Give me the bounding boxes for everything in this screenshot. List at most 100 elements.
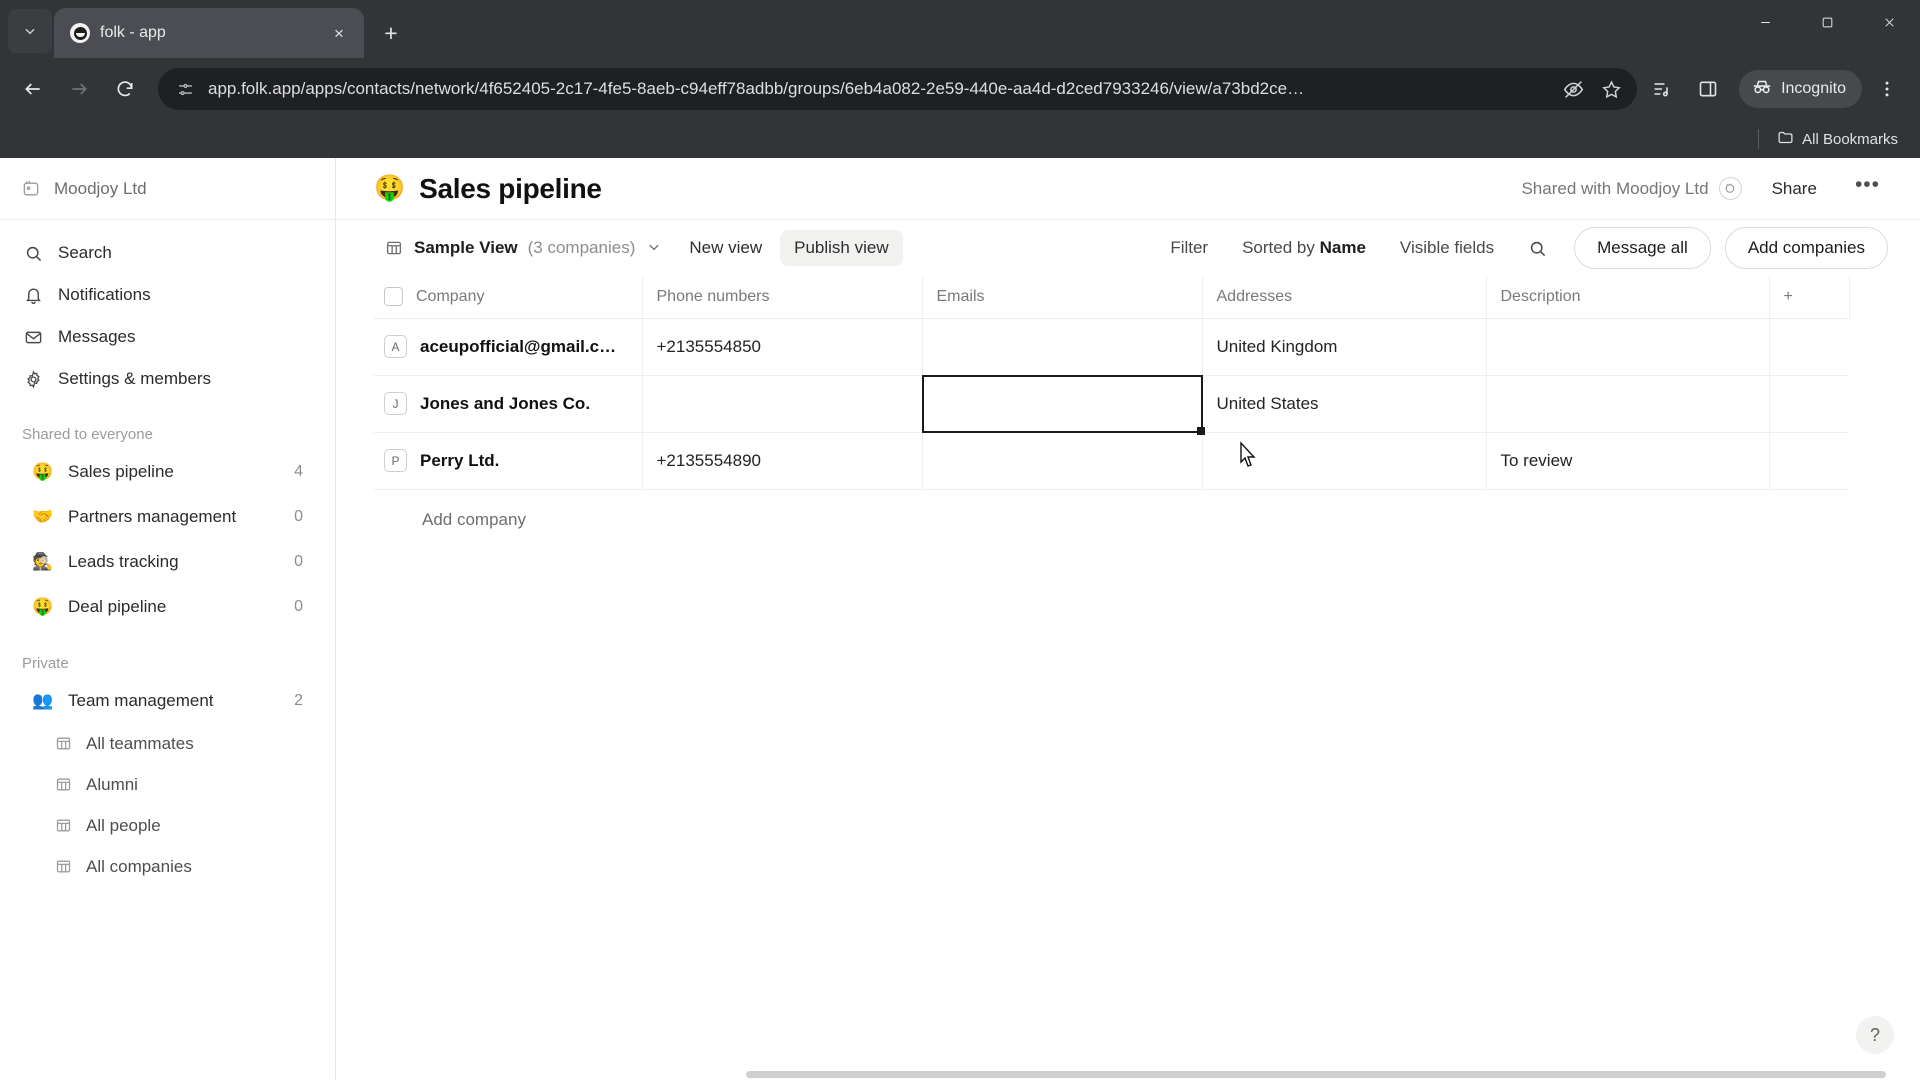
three-dot-menu-icon[interactable] [1866, 68, 1908, 110]
sidebar-group-leads-tracking[interactable]: 🕵️ Leads tracking 0 [10, 539, 325, 584]
table-view-icon [384, 238, 404, 258]
cell-spacer [1769, 432, 1849, 490]
cell-address[interactable]: United States [1202, 375, 1487, 433]
company-name: Jones and Jones Co. [420, 393, 591, 413]
star-icon[interactable] [1599, 77, 1623, 101]
tab-search-icon[interactable] [8, 9, 52, 53]
view-name: Sample View [414, 238, 518, 257]
busts-emoji-icon: 👥 [32, 691, 54, 710]
minimize-icon[interactable] [1734, 0, 1796, 44]
add-column-button[interactable]: + [1769, 276, 1850, 319]
divider [1758, 129, 1760, 149]
cell-email[interactable] [922, 432, 1203, 490]
folder-icon [1777, 129, 1794, 150]
sidebar-item-messages[interactable]: Messages [10, 316, 325, 358]
group-label: Sales pipeline [68, 461, 174, 481]
workspace-switcher[interactable]: Moodjoy Ltd [0, 158, 335, 220]
cell-description[interactable]: To review [1486, 432, 1770, 490]
select-all-checkbox[interactable] [384, 287, 403, 307]
table-container: Company Phone numbers Emails Addresses D… [336, 276, 1920, 1080]
money-face-emoji-icon: 🤑 [374, 174, 406, 202]
sidebar-subitem-all-people[interactable]: All people [10, 805, 325, 846]
filter-button[interactable]: Filter [1156, 230, 1222, 266]
cell-phone[interactable]: +2135554850 [642, 318, 923, 376]
cell-selection-outline [921, 374, 1205, 435]
sidebar-group-partners-management[interactable]: 🤝 Partners management 0 [10, 494, 325, 539]
incognito-icon [1751, 76, 1773, 103]
column-header-company[interactable]: Company [374, 276, 643, 319]
view-selector[interactable]: Sample View (3 companies) [374, 231, 671, 265]
reading-list-icon[interactable] [1641, 68, 1683, 110]
cell-company[interactable]: A aceupofficial@gmail.c… [374, 318, 643, 376]
add-company-button[interactable]: Add company [374, 490, 1920, 530]
reload-icon[interactable] [104, 68, 146, 110]
add-companies-button[interactable]: Add companies [1724, 227, 1888, 269]
cell-phone[interactable]: +2135554890 [642, 432, 923, 490]
gear-icon [22, 368, 44, 390]
help-button[interactable]: ? [1856, 1016, 1894, 1054]
visible-fields-button[interactable]: Visible fields [1386, 230, 1508, 266]
column-header-emails[interactable]: Emails [922, 276, 1203, 319]
address-bar[interactable]: app.folk.app/apps/contacts/network/4f652… [158, 68, 1638, 110]
cell-address[interactable] [1202, 432, 1487, 490]
envelope-icon [22, 326, 44, 348]
sidebar-subitem-all-companies[interactable]: All companies [10, 846, 325, 887]
publish-view-button[interactable]: Publish view [780, 230, 903, 266]
chevron-down-icon[interactable] [647, 240, 661, 257]
shared-with-indicator[interactable]: Shared with Moodjoy Ltd [1521, 177, 1742, 200]
table-row[interactable]: A aceupofficial@gmail.c… +2135554850 Uni… [374, 318, 1849, 376]
column-header-addresses[interactable]: Addresses [1202, 276, 1487, 319]
private-section-label: Private [22, 655, 69, 672]
view-count: (3 companies) [527, 238, 636, 257]
sidebar-group-team-management[interactable]: 👥 Team management 2 [10, 678, 325, 723]
cell-phone[interactable] [642, 375, 923, 433]
cell-address[interactable]: United Kingdom [1202, 318, 1487, 376]
more-options-button[interactable]: ••• [1847, 174, 1888, 200]
sidebar-item-notifications[interactable]: Notifications [10, 274, 325, 316]
column-header-description[interactable]: Description [1486, 276, 1770, 319]
forward-arrow-icon[interactable] [58, 68, 100, 110]
incognito-indicator[interactable]: Incognito [1739, 70, 1862, 108]
close-icon[interactable]: × [326, 20, 352, 46]
side-panel-icon[interactable] [1687, 68, 1729, 110]
share-button[interactable]: Share [1764, 173, 1825, 205]
new-tab-button[interactable]: + [372, 14, 410, 52]
sidebar-nav: Search Notifications Messages Settings &… [0, 220, 335, 400]
cell-email-selected[interactable] [921, 374, 1205, 435]
sidebar-group-sales-pipeline[interactable]: 🤑 Sales pipeline 4 [10, 449, 325, 494]
cell-company[interactable]: J Jones and Jones Co. [374, 375, 643, 433]
money-face-emoji-icon: 🤑 [32, 462, 54, 481]
sidebar-subitem-alumni[interactable]: Alumni [10, 764, 325, 805]
cell-email[interactable] [922, 318, 1203, 376]
maximize-icon[interactable] [1796, 0, 1858, 44]
browser-tab[interactable]: folk - app × [54, 8, 364, 58]
table-view-icon [54, 775, 73, 794]
sidebar-item-label: Settings & members [58, 369, 212, 388]
sidebar-item-settings-members[interactable]: Settings & members [10, 358, 325, 400]
all-bookmarks-label: All Bookmarks [1802, 130, 1898, 148]
cell-description[interactable] [1486, 318, 1770, 376]
sort-button[interactable]: Sorted by Name [1228, 230, 1380, 266]
table-row[interactable]: P Perry Ltd. +2135554890 To review [374, 432, 1849, 490]
column-header-phone-numbers[interactable]: Phone numbers [642, 276, 923, 319]
table-view-icon [54, 816, 73, 835]
tab-strip: folk - app × + [0, 0, 1920, 58]
cell-company[interactable]: P Perry Ltd. [374, 432, 643, 490]
all-bookmarks-button[interactable]: All Bookmarks [1769, 125, 1906, 154]
search-icon[interactable] [1520, 231, 1554, 265]
sidebar-item-label: Search [58, 243, 112, 262]
shared-section-label: Shared to everyone [22, 426, 153, 443]
sidebar-item-search[interactable]: Search [10, 232, 325, 274]
sidebar-subitem-all-teammates[interactable]: All teammates [10, 723, 325, 764]
eye-off-icon[interactable] [1561, 77, 1585, 101]
close-icon[interactable] [1858, 0, 1920, 44]
new-view-button[interactable]: New view [675, 230, 776, 266]
sidebar-group-deal-pipeline[interactable]: 🤑 Deal pipeline 0 [10, 584, 325, 629]
sort-prefix: Sorted by [1242, 238, 1320, 257]
message-all-button[interactable]: Message all [1574, 227, 1711, 269]
cell-description[interactable] [1486, 375, 1770, 433]
horizontal-scrollbar[interactable] [746, 1071, 1886, 1078]
table-row[interactable]: J Jones and Jones Co. United States [374, 374, 1849, 435]
page-settings-icon[interactable] [174, 78, 196, 100]
back-arrow-icon[interactable] [12, 68, 54, 110]
